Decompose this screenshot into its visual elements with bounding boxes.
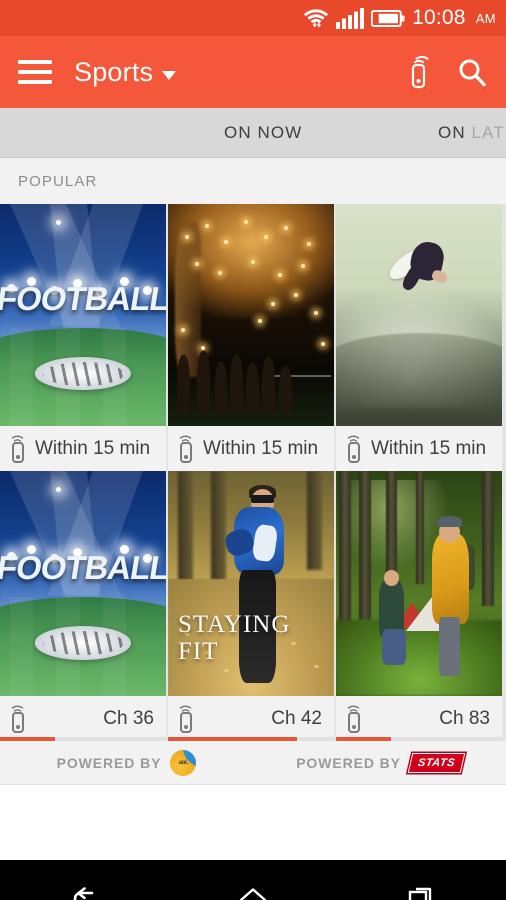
tab-on-later[interactable]: ON LATE bbox=[438, 123, 506, 143]
card-footer-label: Within 15 min bbox=[371, 437, 487, 459]
football-stadium-artwork: FOOTBALL bbox=[0, 471, 166, 696]
surfer-wave-artwork bbox=[336, 204, 502, 426]
powered-by-label: POWERED BY bbox=[296, 754, 401, 771]
tv-remote-icon bbox=[178, 705, 194, 733]
stats-logo: STATS bbox=[407, 752, 466, 773]
content-filler bbox=[0, 785, 506, 860]
tv-remote-icon bbox=[178, 435, 194, 463]
card-footer-label: Within 15 min bbox=[203, 437, 319, 459]
card-footer: Ch 83 bbox=[336, 696, 502, 741]
powered-by-label: POWERED BY bbox=[56, 754, 162, 771]
tv-remote-icon[interactable] bbox=[406, 55, 430, 89]
tab-on-now[interactable]: ON NOW bbox=[224, 123, 302, 143]
aol-logo: aol. bbox=[170, 749, 197, 776]
caret-down-icon[interactable] bbox=[162, 70, 177, 80]
card-thumbnail bbox=[168, 204, 334, 426]
wifi-icon bbox=[303, 7, 329, 29]
card-channel-label: Ch 83 bbox=[439, 707, 490, 729]
phone-screen: 10:08 AM Sports ON NOW ON LAT POPULAR FO… bbox=[0, 0, 506, 900]
tv-remote-icon bbox=[10, 435, 26, 463]
card-channel-label: Ch 36 bbox=[103, 707, 154, 729]
card-football-1[interactable]: FOOTBALL Within 15 min bbox=[0, 204, 166, 471]
card-forest-campers[interactable]: Ch 83 bbox=[336, 471, 502, 741]
card-footer: Within 15 min bbox=[336, 426, 502, 471]
tv-remote-icon bbox=[346, 705, 362, 733]
card-thumbnail bbox=[336, 471, 502, 696]
card-row-1: FOOTBALL Within 15 min Within 15 min Wit… bbox=[0, 204, 506, 471]
hamburger-menu-icon[interactable] bbox=[18, 60, 52, 84]
card-footer: Ch 36 bbox=[0, 696, 166, 741]
card-overlay-title: FOOTBALL bbox=[0, 280, 166, 318]
status-bar: 10:08 AM bbox=[0, 0, 506, 36]
night-string-lights-artwork bbox=[168, 204, 334, 426]
forest-campers-artwork bbox=[336, 471, 502, 696]
tab-on-later-suffix: LATE bbox=[471, 122, 506, 142]
page-title[interactable]: Sports bbox=[74, 57, 153, 88]
card-thumbnail bbox=[336, 204, 502, 426]
card-progress-bar bbox=[336, 737, 502, 741]
football-stadium-artwork: FOOTBALL bbox=[0, 204, 166, 426]
card-channel-label: Ch 42 bbox=[271, 707, 322, 729]
powered-by-row: POWERED BY aol. POWERED BY STATS bbox=[0, 741, 506, 785]
tab-bar: ON NOW ON LATE bbox=[0, 108, 506, 158]
card-thumbnail: STAYING FIT bbox=[168, 471, 334, 696]
card-night-lights[interactable]: Within 15 min bbox=[168, 204, 334, 471]
section-header-popular: POPULAR bbox=[0, 158, 506, 204]
card-overlay-title: STAYING FIT bbox=[177, 610, 291, 665]
card-overlay-title: FOOTBALL bbox=[0, 548, 166, 586]
card-footer-label: Within 15 min bbox=[35, 437, 151, 459]
card-row-2: FOOTBALL Ch 36 STAYING FIT Ch 42 Ch 83 bbox=[0, 471, 506, 741]
card-progress-bar bbox=[0, 737, 166, 741]
recent-apps-icon[interactable] bbox=[377, 860, 467, 900]
card-footer: Ch 42 bbox=[168, 696, 334, 741]
card-surfer[interactable]: Within 15 min bbox=[336, 204, 502, 471]
card-football-2[interactable]: FOOTBALL Ch 36 bbox=[0, 471, 166, 741]
tv-remote-icon bbox=[346, 435, 362, 463]
card-staying-fit[interactable]: STAYING FIT Ch 42 bbox=[168, 471, 334, 741]
status-time: 10:08 bbox=[412, 6, 466, 29]
section-header-label: POPULAR bbox=[18, 172, 98, 190]
card-footer: Within 15 min bbox=[168, 426, 334, 471]
aol-logo-text: aol. bbox=[178, 759, 188, 766]
signal-icon bbox=[336, 7, 365, 29]
powered-by-stats: POWERED BY STATS bbox=[253, 741, 506, 784]
battery-icon bbox=[371, 9, 405, 28]
app-bar: Sports bbox=[0, 36, 506, 108]
stats-logo-text: STATS bbox=[416, 756, 456, 769]
powered-by-aol: POWERED BY aol. bbox=[0, 741, 253, 784]
card-progress-bar bbox=[168, 737, 334, 741]
card-thumbnail: FOOTBALL bbox=[0, 471, 166, 696]
card-footer: Within 15 min bbox=[0, 426, 166, 471]
runner-autumn-artwork: STAYING FIT bbox=[168, 471, 334, 696]
android-nav-bar bbox=[0, 860, 506, 900]
back-icon[interactable] bbox=[39, 860, 129, 900]
status-ampm: AM bbox=[475, 10, 496, 26]
home-icon[interactable] bbox=[208, 860, 298, 900]
tab-on-later-prefix: ON bbox=[438, 122, 472, 142]
search-icon[interactable] bbox=[456, 56, 488, 88]
card-thumbnail: FOOTBALL bbox=[0, 204, 166, 426]
tv-remote-icon bbox=[10, 705, 26, 733]
